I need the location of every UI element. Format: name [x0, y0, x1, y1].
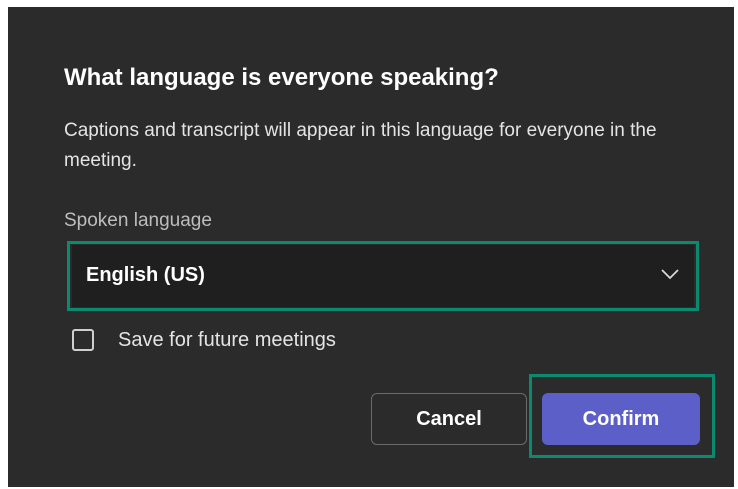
selected-language-value: English (US) [86, 264, 205, 286]
confirm-button[interactable]: Confirm [542, 393, 700, 445]
chevron-down-icon [661, 269, 679, 280]
save-for-future-label: Save for future meetings [118, 329, 336, 351]
spoken-language-label: Spoken language [64, 210, 212, 231]
save-for-future-option[interactable]: Save for future meetings [72, 325, 336, 355]
cancel-button[interactable]: Cancel [371, 393, 527, 445]
language-dialog: What language is everyone speaking? Capt… [8, 7, 734, 487]
save-for-future-checkbox[interactable] [72, 329, 94, 351]
dialog-description: Captions and transcript will appear in t… [64, 120, 657, 171]
dialog-title: What language is everyone speaking? [64, 64, 499, 91]
spoken-language-dropdown[interactable]: English (US) [72, 245, 694, 307]
